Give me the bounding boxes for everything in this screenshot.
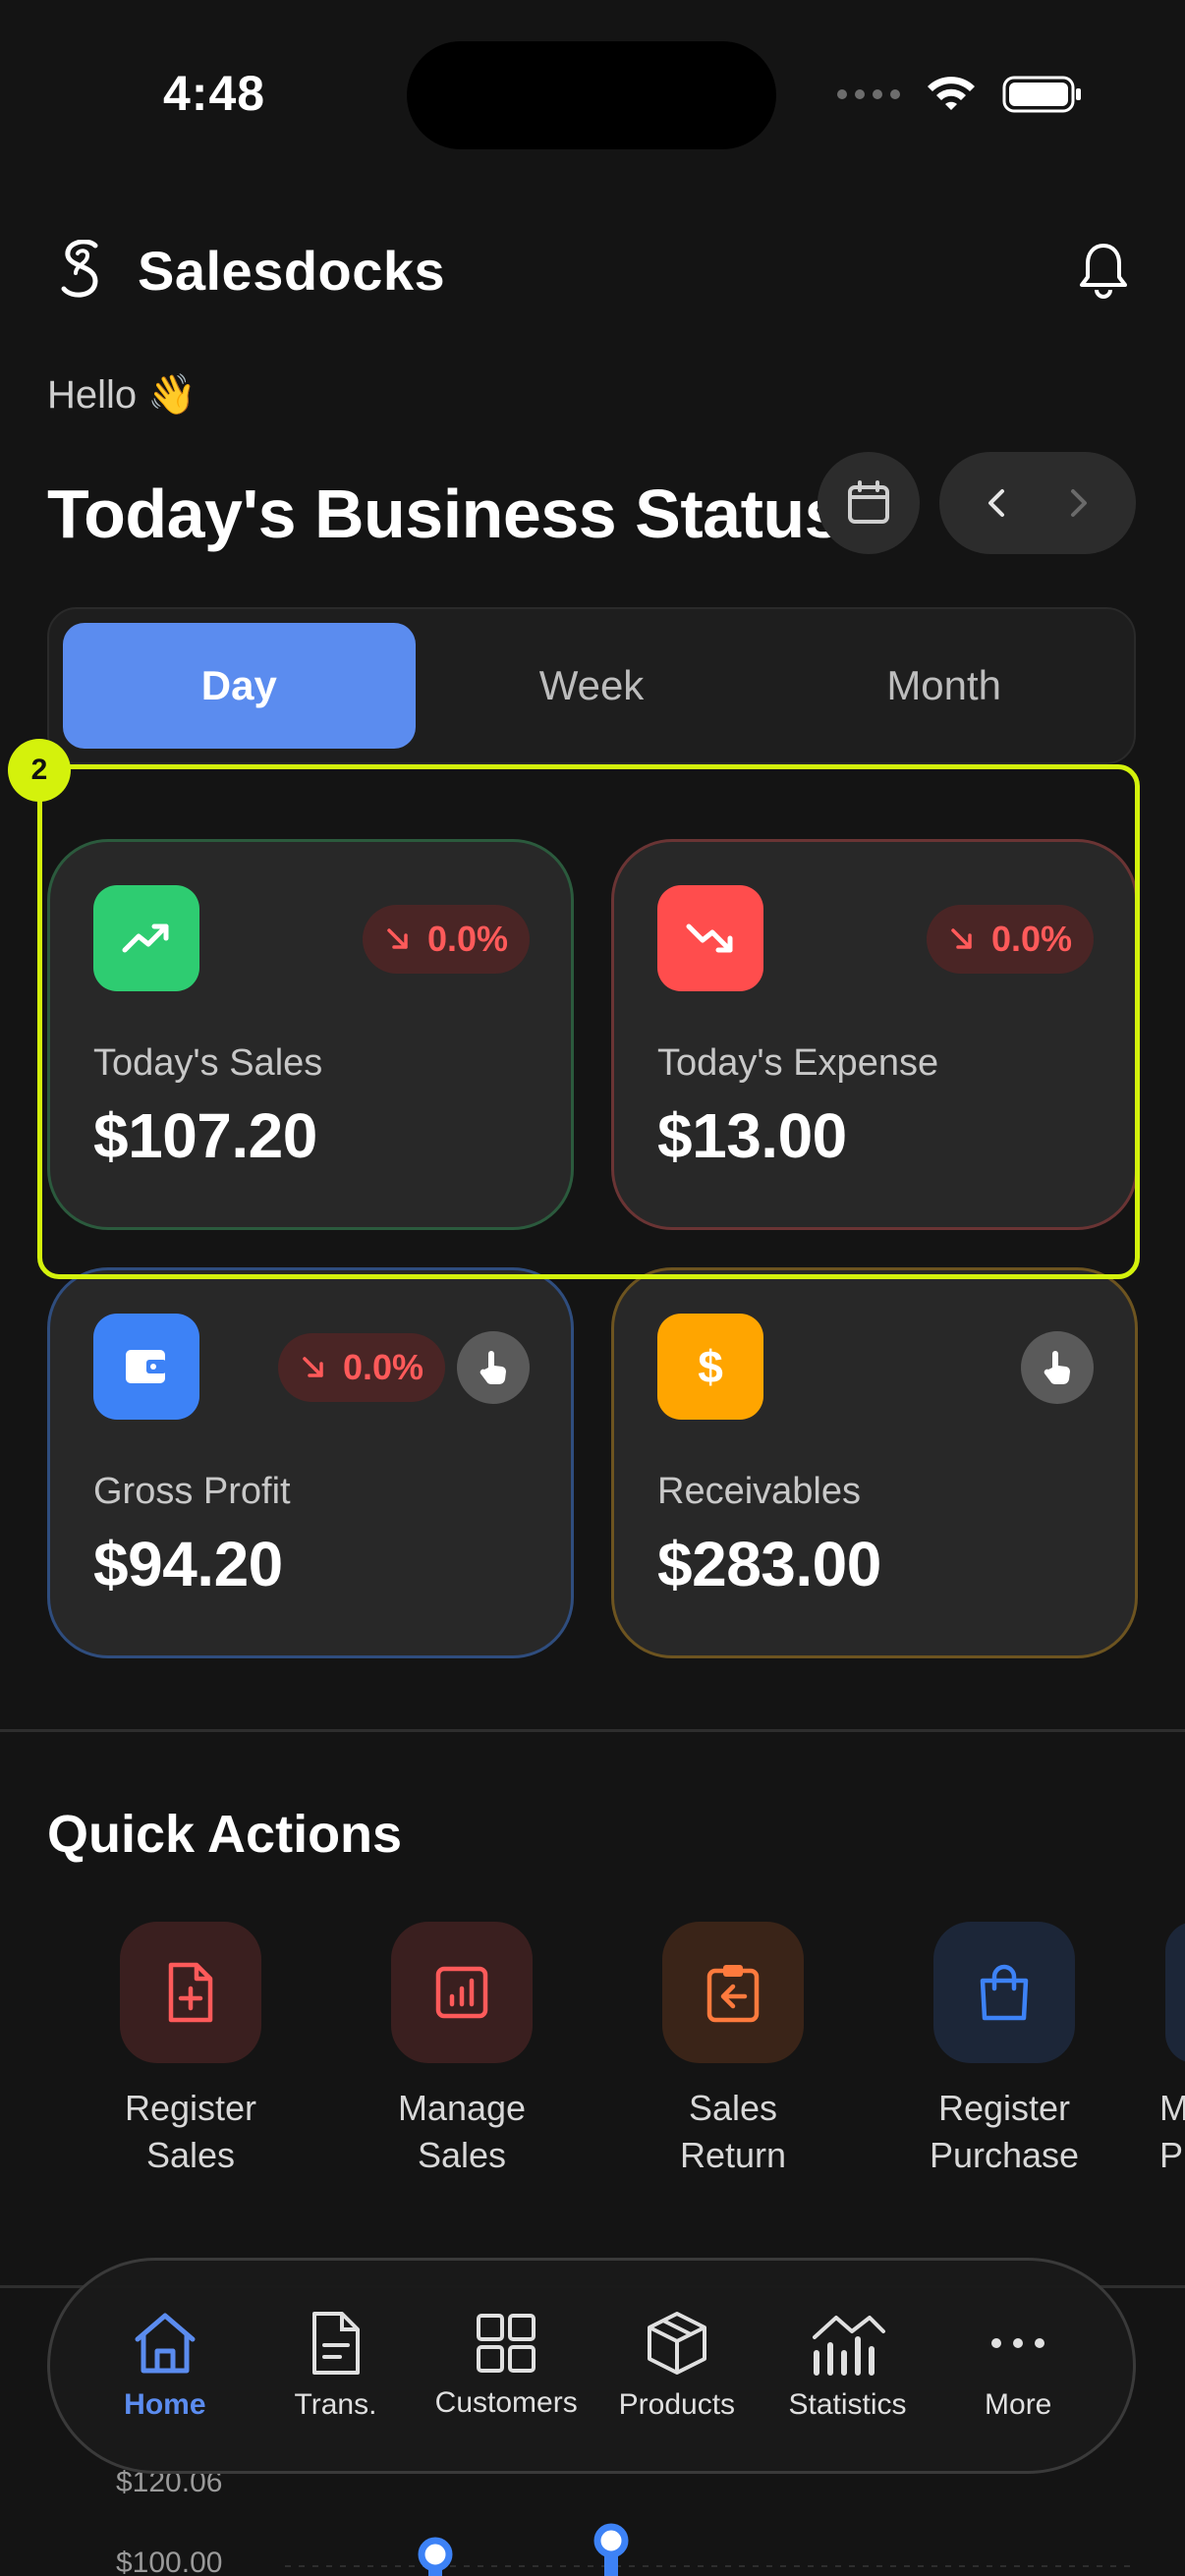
quick-action-register-purchase[interactable]: Register Purchase xyxy=(869,1922,1140,2179)
nav-label: Statistics xyxy=(788,2388,907,2421)
salesdocks-logo-icon xyxy=(47,236,116,305)
card-label: Receivables xyxy=(657,1471,861,1512)
chart-icon xyxy=(812,2316,885,2376)
nav-home[interactable]: Home xyxy=(80,2310,251,2422)
nav-label: Trans. xyxy=(294,2388,377,2421)
section-divider xyxy=(0,1729,1185,1732)
chevron-left-icon[interactable] xyxy=(983,483,1012,523)
card-label: Today's Sales xyxy=(93,1042,323,1084)
nav-label: More xyxy=(985,2388,1052,2421)
change-badge: 0.0% xyxy=(362,905,530,974)
quick-action-register-sales[interactable]: Register Sales xyxy=(55,1922,326,2179)
dollar-icon: $ xyxy=(657,1314,763,1420)
arrow-down-right-icon xyxy=(303,1357,323,1377)
card-value: $107.20 xyxy=(93,1100,317,1171)
quick-actions-title: Quick Actions xyxy=(47,1805,403,1864)
page-title: Today's Business Status xyxy=(47,476,843,552)
sales-card[interactable]: 0.0% Today's Sales $107.20 xyxy=(47,839,574,1230)
dynamic-island xyxy=(407,41,776,149)
brand-name: Salesdocks xyxy=(138,239,446,302)
card-value: $94.20 xyxy=(93,1529,283,1599)
quick-action-sales-return[interactable]: Sales Return xyxy=(597,1922,869,2179)
nav-label: Home xyxy=(124,2388,206,2421)
tab-month[interactable]: Month xyxy=(767,623,1120,749)
screen: 4:48 Salesdocks Hello 👋 Today's Business… xyxy=(0,0,1185,2576)
clipboard-return-icon xyxy=(662,1922,804,2063)
chart-bar xyxy=(428,2568,442,2576)
signal-icon xyxy=(837,89,900,99)
tab-week[interactable]: Week xyxy=(416,623,768,749)
status-time: 4:48 xyxy=(163,66,266,121)
report-icon xyxy=(391,1922,533,2063)
battery-icon xyxy=(1002,76,1081,113)
tap-hand-icon[interactable] xyxy=(457,1331,530,1404)
status-icons xyxy=(837,75,1083,114)
tap-hand-icon[interactable] xyxy=(1021,1331,1094,1404)
nav-products[interactable]: Products xyxy=(592,2310,762,2422)
change-value: 0.0% xyxy=(342,1347,423,1387)
gross-profit-card[interactable]: 0.0% Gross Profit $94.20 xyxy=(47,1267,574,1658)
change-badge: 0.0% xyxy=(277,1333,445,1402)
highlight-number: 2 xyxy=(8,739,71,802)
expense-card[interactable]: 0.0% Today's Expense $13.00 xyxy=(611,839,1138,1230)
nav-customers[interactable]: Customers xyxy=(421,2312,592,2420)
shopping-bag-icon xyxy=(933,1922,1075,2063)
receivables-card[interactable]: $ Receivables $283.00 xyxy=(611,1267,1138,1658)
card-label: Today's Expense xyxy=(657,1042,939,1084)
card-label: Gross Profit xyxy=(93,1471,291,1512)
calendar-button[interactable] xyxy=(818,452,920,554)
grid-icon xyxy=(477,2314,536,2373)
change-badge: 0.0% xyxy=(926,905,1094,974)
chart-point xyxy=(418,2537,453,2572)
quick-action-label: Register Sales xyxy=(124,2088,257,2175)
quick-action-label: Sales Return xyxy=(679,2088,787,2175)
quick-action-partial[interactable] xyxy=(1165,1922,1185,2063)
quick-action-manage-sales[interactable]: Manage Sales xyxy=(326,1922,597,2179)
date-nav xyxy=(939,452,1136,554)
nav-statistics[interactable]: Statistics xyxy=(762,2310,933,2422)
chevron-right-icon[interactable] xyxy=(1063,483,1093,523)
period-selector: Day Week Month xyxy=(47,607,1136,764)
quick-action-partial-label: M P xyxy=(1159,2088,1185,2175)
wifi-icon xyxy=(928,77,975,110)
calendar-icon xyxy=(848,480,889,524)
nav-label: Products xyxy=(618,2388,736,2421)
tab-day[interactable]: Day xyxy=(63,623,416,749)
card-value: $283.00 xyxy=(657,1529,881,1599)
quick-action-label: Register Purchase xyxy=(929,2088,1080,2175)
greeting-text: Hello 👋 xyxy=(47,373,198,417)
arrow-down-right-icon xyxy=(387,928,408,949)
arrow-down-right-icon xyxy=(951,928,972,949)
app-header: Salesdocks xyxy=(47,226,1138,314)
change-value: 0.0% xyxy=(426,919,508,959)
nav-label: Customers xyxy=(434,2386,578,2419)
nav-more[interactable]: More xyxy=(932,2310,1103,2422)
status-bar: 4:48 xyxy=(0,0,1185,187)
chart-bar xyxy=(604,2554,618,2576)
notification-bell-icon[interactable] xyxy=(1069,236,1138,305)
change-value: 0.0% xyxy=(990,919,1072,959)
quick-actions-list: Register Sales Manage Sales Sales Return… xyxy=(55,1922,1140,2179)
card-value: $13.00 xyxy=(657,1100,847,1171)
file-plus-icon xyxy=(120,1922,261,2063)
chart-point xyxy=(593,2523,629,2558)
cube-icon xyxy=(647,2312,706,2375)
bottom-nav: Home Trans. Customers Products Statistic… xyxy=(47,2258,1136,2474)
nav-transactions[interactable]: Trans. xyxy=(251,2310,422,2422)
trending-down-icon xyxy=(657,885,763,991)
quick-action-label: Manage Sales xyxy=(397,2088,527,2175)
document-icon xyxy=(311,2312,360,2375)
trending-up-icon xyxy=(93,885,199,991)
more-icon xyxy=(991,2338,1045,2348)
wallet-icon xyxy=(93,1314,199,1420)
home-icon xyxy=(135,2313,196,2374)
